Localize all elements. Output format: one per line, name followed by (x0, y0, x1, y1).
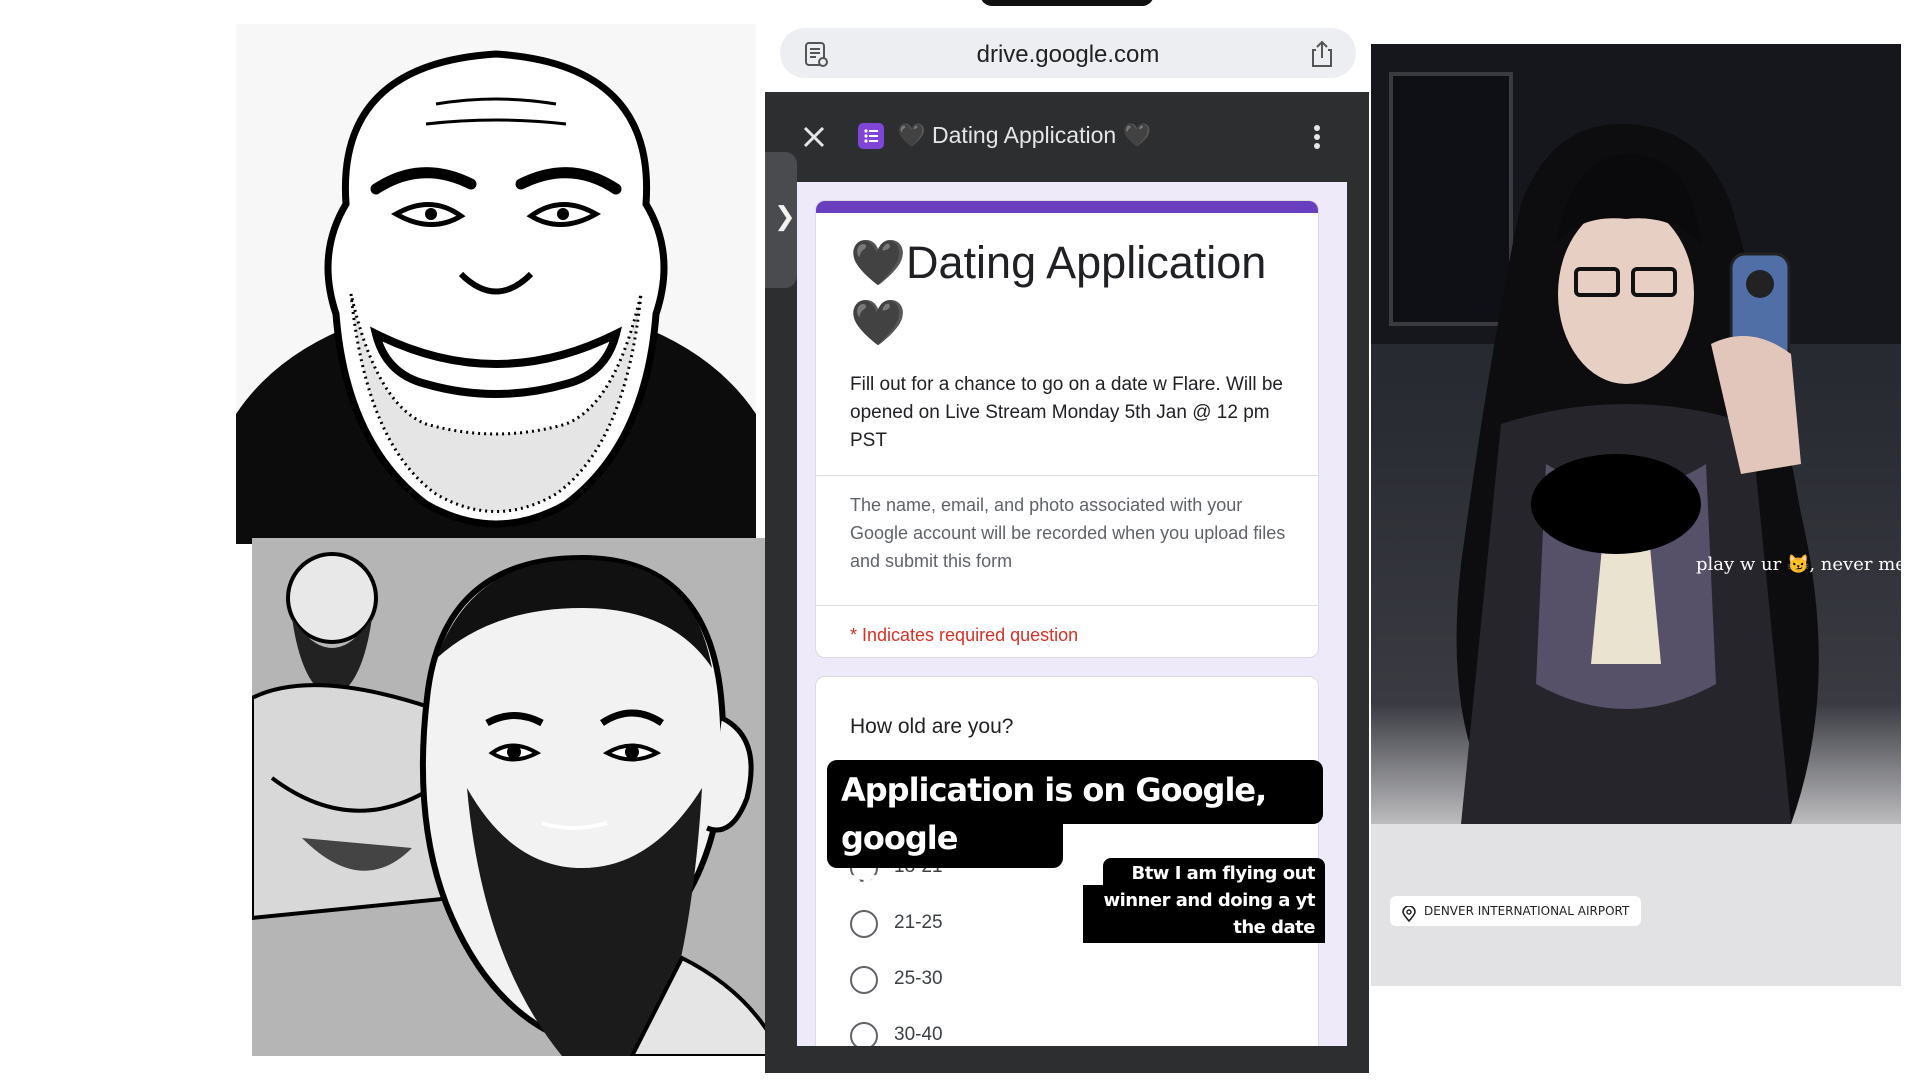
story-caption: play w ur 😼, never me (1696, 554, 1901, 575)
divider (816, 605, 1318, 606)
radio-button[interactable] (850, 910, 878, 938)
required-note: * Indicates required question (850, 625, 1079, 645)
phone-screenshot: drive.google.com 🖤 Dating Application 🖤 (765, 0, 1369, 1073)
sidebar-toggle[interactable]: ❯ (765, 152, 797, 288)
option-label: 21-25 (894, 912, 943, 933)
meme-bald-smiling-face (236, 24, 756, 544)
overlay-caption-line: Application is on Google, so u need to (827, 760, 1323, 853)
location-pin-icon (1402, 903, 1416, 933)
header-form-title: 🖤 Dating Application 🖤 (897, 122, 1152, 148)
close-icon[interactable] (803, 126, 825, 152)
meme-bearded-drawing (252, 538, 772, 1056)
location-label: DENVER INTERNATIONAL AIRPORT (1424, 904, 1630, 918)
chevron-right-icon: ❯ (774, 202, 796, 232)
form-header-bar: 🖤 Dating Application 🖤 (765, 92, 1369, 182)
meme-bearded-men (252, 538, 772, 1056)
radio-button[interactable] (850, 966, 878, 994)
browser-address-bar[interactable]: drive.google.com (780, 28, 1356, 78)
question-text: How old are you? (850, 715, 1014, 738)
meme-face-drawing (236, 50, 756, 544)
overlay-caption-line: google account. (827, 816, 1063, 901)
radio-button[interactable] (850, 1022, 878, 1046)
more-options-icon[interactable] (1313, 124, 1321, 154)
form-accent-strip (816, 201, 1318, 213)
url-text: drive.google.com (976, 41, 1160, 68)
form-title-card: 🖤Dating Application 🖤 Fill out for a cha… (815, 200, 1319, 658)
option-label: 25-30 (894, 968, 943, 989)
mirror-selfie-photo: play w ur 😼, never me DENVER INTERNATION… (1371, 44, 1901, 986)
form-description: Fill out for a chance to go on a date w … (850, 374, 1283, 451)
google-forms-icon (858, 123, 884, 149)
account-notice: The name, email, and photo associated wi… (850, 495, 1286, 571)
photo-illustration (1371, 44, 1901, 986)
location-sticker[interactable]: DENVER INTERNATIONAL AIRPORT (1390, 896, 1642, 926)
dynamic-island (980, 0, 1154, 6)
overlay-note-line: the date (1201, 912, 1325, 943)
option-label: 30-40 (894, 1024, 943, 1045)
form-title: 🖤Dating Application 🖤 (850, 237, 1267, 348)
divider (816, 475, 1318, 476)
share-icon[interactable] (1308, 39, 1336, 73)
